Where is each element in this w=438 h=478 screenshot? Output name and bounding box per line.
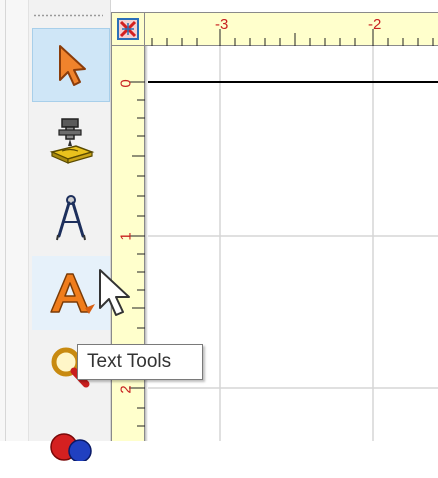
horizontal-ruler-ticks: [151, 29, 434, 46]
toolbar-grip[interactable]: [33, 14, 103, 17]
ruler-label-left: 2: [117, 385, 135, 394]
window-left-edge: [0, 0, 29, 441]
ruler-label-left: 1: [117, 232, 135, 241]
shapes-tool-button[interactable]: [32, 404, 110, 478]
tooltip: Text Tools: [77, 344, 203, 380]
vertical-ruler[interactable]: 0 1 2: [111, 46, 145, 441]
drawing-canvas[interactable]: [145, 46, 438, 441]
text-tools-icon: [50, 273, 95, 314]
window-border-line: [5, 0, 6, 441]
mouse-cursor-icon: [99, 269, 130, 316]
ruler-label-top: -2: [368, 16, 382, 33]
compass-icon: [56, 195, 86, 241]
ruler-label-left: 0: [117, 79, 135, 88]
shapes-icon: [50, 433, 92, 461]
cnc-router-icon: [49, 118, 95, 164]
machine-tool-button[interactable]: [32, 104, 110, 178]
drafting-tool-button[interactable]: [32, 180, 110, 254]
canvas-grid: [145, 46, 438, 441]
arrow-pointer-icon: [59, 45, 86, 86]
ruler-origin-button[interactable]: [111, 12, 145, 46]
canvas-edge-shadow: [145, 46, 148, 441]
ruler-label-top: -3: [215, 16, 229, 33]
ruler-origin-icon: [117, 18, 139, 40]
horizontal-ruler[interactable]: -3 -2: [145, 12, 438, 46]
select-tool-button[interactable]: [32, 28, 110, 102]
